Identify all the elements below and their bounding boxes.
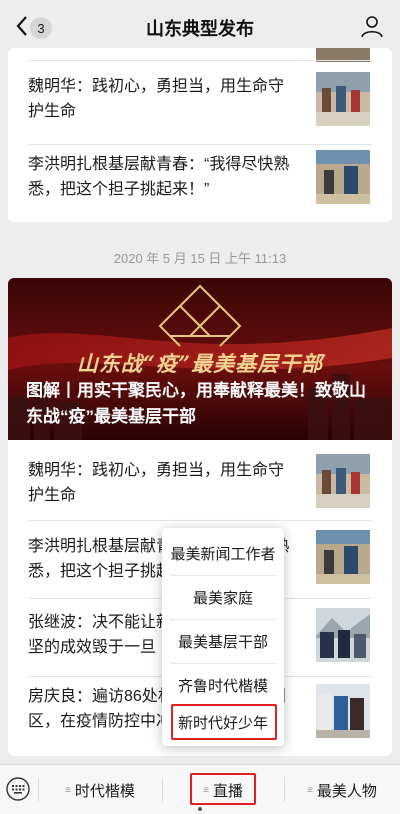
selection-highlight xyxy=(171,704,277,740)
banner-slogan: 山东战“疫”最美基层干部 xyxy=(76,351,324,376)
menu-item[interactable]: 最美家庭 xyxy=(162,576,284,619)
divider xyxy=(28,144,372,145)
list-item[interactable]: 魏明华：践初心，勇担当，用生命守护生命 xyxy=(28,446,382,514)
message-timestamp: 2020 年 5 月 15 日 上午 11:13 xyxy=(113,251,287,266)
page-title: 山东典型发布 xyxy=(146,19,254,39)
person-icon xyxy=(361,16,383,38)
article-thumbnail xyxy=(316,72,370,126)
profile-button[interactable] xyxy=(360,14,384,38)
banner-headline: 图解丨用实干聚民心，用奉献释最美！致敬山东战“疫”最美基层干部 xyxy=(26,381,366,426)
submenu-popup: 最美新闻工作者 最美家庭 最美基层干部 齐鲁时代楷模 新时代好少年 xyxy=(162,528,284,746)
article-card-previous: 魏明华：践初心，勇担当，用生命守护生命 李洪明扎根基层献青春：“我得尽快熟悉，把… xyxy=(8,48,392,222)
article-thumbnail xyxy=(316,454,370,508)
list-item-partial[interactable] xyxy=(28,48,382,62)
list-item[interactable]: 李洪明扎根基层献青春：“我得尽快熟悉，把这个担子挑起来！” xyxy=(28,148,382,218)
divider xyxy=(28,60,372,61)
keyboard-toggle-button[interactable] xyxy=(6,777,30,801)
divider xyxy=(28,520,372,521)
article-thumbnail xyxy=(316,608,370,662)
article-title: 李洪明扎根基层献青春：“我得尽快熟悉，把这个担子挑起来！” xyxy=(28,156,290,198)
article-title: 魏明华：践初心，勇担当，用生命守护生命 xyxy=(28,462,285,504)
menu-lines-icon: ≡ xyxy=(65,784,71,796)
article-thumbnail xyxy=(316,150,370,204)
menu-lines-icon: ≡ xyxy=(307,784,313,796)
article-title: 魏明华：践初心，勇担当，用生命守护生命 xyxy=(28,78,285,120)
tab-label: 时代楷模 xyxy=(74,782,135,800)
tab-zuimei-renwu[interactable]: ≡ 最美人物 xyxy=(284,765,400,814)
active-tab-indicator xyxy=(198,807,202,811)
tab-label: 最美人物 xyxy=(316,782,377,800)
menu-item[interactable]: 最美基层干部 xyxy=(162,620,284,663)
banner-image[interactable]: 山东战“疫”最美基层干部 图解丨用实干聚民心，用奉献释最美！致敬山东战“疫”最美… xyxy=(8,278,392,440)
bottom-menu-bar: ≡ 时代楷模 ≡ 直播 ≡ 最美人物 xyxy=(0,764,400,814)
tab-shidai-kaimo[interactable]: ≡ 时代楷模 xyxy=(38,765,162,814)
article-thumbnail xyxy=(316,684,370,738)
menu-item[interactable]: 最美新闻工作者 xyxy=(162,532,284,575)
article-thumbnail xyxy=(316,530,370,584)
tab-highlight xyxy=(190,773,256,805)
list-item[interactable]: 魏明华：践初心，勇担当，用生命守护生命 xyxy=(28,66,382,134)
top-bar: 3 山东典型发布 xyxy=(0,0,400,52)
keyboard-icon xyxy=(6,777,30,801)
